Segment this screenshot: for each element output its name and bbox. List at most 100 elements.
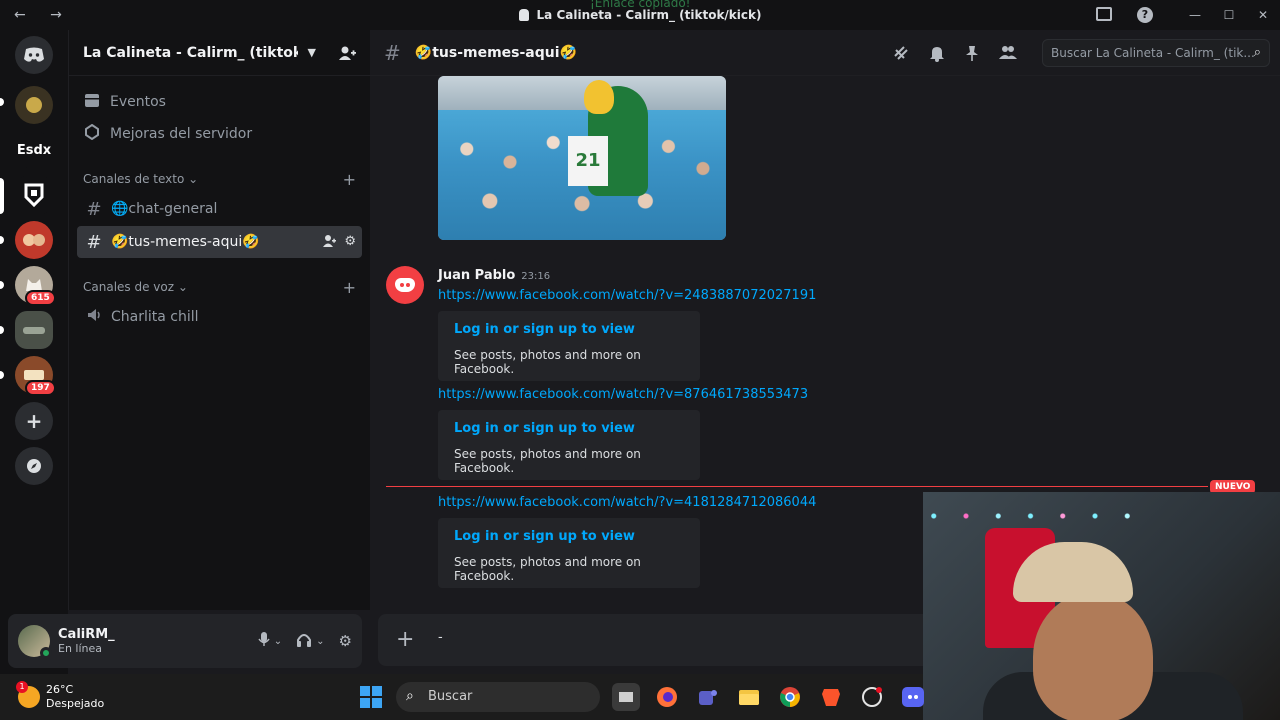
hash-icon: # xyxy=(384,40,401,65)
embed-title[interactable]: Log in or sign up to view xyxy=(454,529,686,544)
embed-title[interactable]: Log in or sign up to view xyxy=(454,421,686,436)
discord-taskbar-icon[interactable] xyxy=(899,683,927,711)
voice-channel-charlita-chill[interactable]: Charlita chill xyxy=(77,301,362,333)
help-icon[interactable]: ? xyxy=(1137,7,1153,23)
shield-icon xyxy=(518,9,529,21)
message-link[interactable]: https://www.facebook.com/watch/?v=418128… xyxy=(438,495,816,510)
server-calineta-icon[interactable] xyxy=(15,176,53,214)
windows-start-icon[interactable] xyxy=(360,686,382,708)
obs-icon[interactable] xyxy=(858,683,886,711)
maximize-button[interactable]: ☐ xyxy=(1212,0,1246,30)
firefox-icon[interactable] xyxy=(653,683,681,711)
discord-logo-icon xyxy=(395,278,415,292)
server-name: La Calineta - Calirm_ (tiktok/ki... xyxy=(83,44,298,61)
discord-home-icon[interactable] xyxy=(15,36,53,74)
channel-chat-general[interactable]: # 🌐chat-general xyxy=(77,193,362,225)
embed-description: See posts, photos and more on Facebook. xyxy=(454,348,641,376)
channel-tus-memes-aqui[interactable]: # 🤣tus-memes-aqui🤣 ⚙ xyxy=(77,226,362,258)
weather-condition: Despejado xyxy=(46,697,105,710)
weather-icon: 1 xyxy=(16,681,40,708)
file-explorer-icon[interactable] xyxy=(735,683,763,711)
headphones-icon[interactable] xyxy=(296,632,312,651)
mention-badge: 615 xyxy=(25,290,56,306)
server-goats-icon[interactable] xyxy=(15,86,53,124)
category-label: Canales de texto ⌄ xyxy=(83,172,199,186)
task-view-icon[interactable] xyxy=(612,683,640,711)
string-lights xyxy=(923,506,1138,526)
embed-description: See posts, photos and more on Facebook. xyxy=(454,555,641,583)
invite-icon[interactable] xyxy=(323,234,337,251)
discord-avatar[interactable] xyxy=(386,266,424,304)
threads-icon[interactable] xyxy=(892,44,910,66)
chevron-down-icon[interactable]: ⌄ xyxy=(316,636,324,647)
add-server-icon[interactable]: + xyxy=(15,402,53,440)
text-channels-category[interactable]: Canales de texto ⌄ + xyxy=(69,166,370,192)
taskbar-search[interactable]: ⌕ Buscar xyxy=(396,682,600,712)
server-header[interactable]: La Calineta - Calirm_ (tiktok/ki... ▼ xyxy=(69,30,370,76)
channel-label: 🌐chat-general xyxy=(111,201,218,217)
avatar[interactable] xyxy=(18,625,52,659)
message-link[interactable]: https://www.facebook.com/watch/?v=876461… xyxy=(438,387,808,402)
speaker-icon xyxy=(83,307,105,328)
chevron-down-icon[interactable]: ▼ xyxy=(308,46,316,59)
image-attachment[interactable]: 21 xyxy=(438,76,726,240)
add-attachment-button[interactable]: + xyxy=(396,627,414,652)
inbox-icon[interactable] xyxy=(1096,7,1112,21)
unread-pill xyxy=(0,326,4,334)
unread-pill xyxy=(0,236,4,244)
hash-icon: # xyxy=(86,198,102,220)
events-item[interactable]: Eventos xyxy=(69,86,370,118)
channel-sidebar: La Calineta - Calirm_ (tiktok/ki... ▼ Ev… xyxy=(68,30,370,610)
embed-title[interactable]: Log in or sign up to view xyxy=(454,322,686,337)
search-input[interactable]: Buscar La Calineta - Calirm_ (tik... ⌕ xyxy=(1042,39,1270,67)
close-button[interactable]: ✕ xyxy=(1246,0,1280,30)
events-label: Eventos xyxy=(110,94,166,110)
settings-gear-icon[interactable]: ⚙ xyxy=(339,632,352,650)
link-embed: Log in or sign up to view See posts, pho… xyxy=(438,518,700,588)
person-face xyxy=(1033,592,1153,720)
chrome-icon[interactable] xyxy=(776,683,804,711)
webcam-overlay xyxy=(923,492,1280,720)
chevron-down-icon[interactable]: ⌄ xyxy=(274,636,282,647)
gear-icon[interactable]: ⚙ xyxy=(344,234,356,251)
create-channel-button[interactable]: + xyxy=(343,170,356,189)
mention-badge: 197 xyxy=(25,380,56,396)
unread-pill xyxy=(0,281,4,289)
minimize-button[interactable]: — xyxy=(1178,0,1212,30)
user-info[interactable]: CaliRM_ En línea xyxy=(58,627,258,655)
invite-people-icon[interactable] xyxy=(338,45,356,61)
channel-label: 🤣tus-memes-aqui🤣 xyxy=(111,234,260,250)
microphone-icon[interactable] xyxy=(258,631,270,651)
weather-widget[interactable]: 1 26°C Despejado xyxy=(16,681,105,711)
title-bar: ← → ¡Enlace copiado! La Calineta - Calir… xyxy=(0,0,1280,30)
server-avatar-icon[interactable] xyxy=(15,221,53,259)
message-link[interactable]: https://www.facebook.com/watch/?v=248388… xyxy=(438,288,816,303)
chevron-down-icon: ⌄ xyxy=(188,172,199,186)
pin-icon[interactable] xyxy=(964,44,980,66)
user-status: En línea xyxy=(58,642,103,655)
active-server-pill xyxy=(0,178,4,214)
message-input[interactable]: - xyxy=(438,630,443,645)
server-boosts-item[interactable]: Mejoras del servidor xyxy=(69,118,370,150)
user-panel: CaliRM_ En línea ⌄ ⌄ ⚙ xyxy=(8,614,362,668)
chevron-down-icon: ⌄ xyxy=(177,280,188,294)
member-list-icon[interactable] xyxy=(999,44,1017,66)
link-embed: Log in or sign up to view See posts, pho… xyxy=(438,410,700,480)
discover-icon[interactable] xyxy=(15,447,53,485)
message-composer[interactable]: + - xyxy=(378,614,938,666)
server-car-icon[interactable] xyxy=(15,311,53,349)
window-title: La Calineta - Calirm_ (tiktok/kick) xyxy=(0,8,1280,22)
server-esdx[interactable]: Esdx xyxy=(15,131,53,169)
brave-icon[interactable] xyxy=(817,683,845,711)
create-voice-channel-button[interactable]: + xyxy=(343,278,356,297)
online-status-dot xyxy=(40,647,52,659)
voice-channels-category[interactable]: Canales de voz ⌄ + xyxy=(69,274,370,300)
username: CaliRM_ xyxy=(58,627,115,642)
temperature: 26°C xyxy=(46,683,74,696)
link-embed: Log in or sign up to view See posts, pho… xyxy=(438,311,700,381)
teams-icon[interactable] xyxy=(694,683,722,711)
weather-badge: 1 xyxy=(16,681,28,693)
message-author: Juan Pablo 23:16 xyxy=(438,268,551,283)
stadium-background xyxy=(438,76,726,110)
bell-icon[interactable] xyxy=(929,44,945,66)
